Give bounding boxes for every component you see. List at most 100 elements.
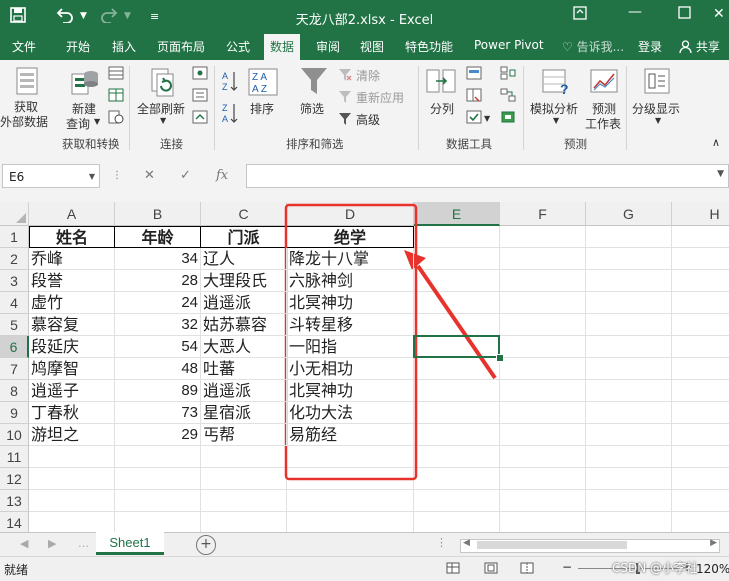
cell-e12[interactable] [414, 468, 500, 490]
cell-h6[interactable] [672, 336, 729, 358]
scroll-left-icon[interactable]: ◀ [463, 538, 470, 548]
data-cell-sect[interactable]: 逍遥派 [201, 380, 287, 402]
cell-d11[interactable] [287, 446, 414, 468]
cell-g5[interactable] [586, 314, 672, 336]
row-header-13[interactable]: 13 [0, 490, 29, 512]
data-cell-sect[interactable]: 大恶人 [201, 336, 287, 358]
cell-g3[interactable] [586, 270, 672, 292]
cell-e9[interactable] [414, 402, 500, 424]
data-cell-name[interactable]: 慕容复 [29, 314, 115, 336]
tab-review[interactable]: 审阅 [316, 38, 340, 55]
header-cell-d[interactable]: 绝学 [287, 226, 414, 248]
data-cell-sect[interactable]: 吐蕃 [201, 358, 287, 380]
cell-a12[interactable] [29, 468, 115, 490]
cell-g11[interactable] [586, 446, 672, 468]
data-cell-sect[interactable]: 逍遥派 [201, 292, 287, 314]
column-header-h[interactable]: H [672, 202, 729, 226]
remove-duplicates-icon[interactable] [466, 88, 482, 105]
cell-c11[interactable] [201, 446, 287, 468]
formula-input[interactable]: ▼ [246, 164, 729, 188]
cell-f5[interactable] [500, 314, 586, 336]
row-header-1[interactable]: 1 [0, 226, 29, 248]
cell-h3[interactable] [672, 270, 729, 292]
data-cell-name[interactable]: 丁春秋 [29, 402, 115, 424]
cell-g14[interactable] [586, 512, 672, 532]
scroll-right-icon[interactable]: ▶ [710, 538, 717, 548]
tab-splitter-icon[interactable]: ⋮ [436, 536, 447, 549]
data-cell-name[interactable]: 鸠摩智 [29, 358, 115, 380]
data-cell-age[interactable]: 28 [115, 270, 201, 292]
cell-h14[interactable] [672, 512, 729, 532]
data-cell-skill[interactable]: 小无相功 [287, 358, 414, 380]
consolidate-icon[interactable] [500, 66, 516, 83]
row-header-4[interactable]: 4 [0, 292, 29, 314]
cell-e2[interactable] [414, 248, 500, 270]
cell-e11[interactable] [414, 446, 500, 468]
header-cell-b[interactable]: 年龄 [115, 226, 201, 248]
page-layout-view-icon[interactable] [484, 562, 498, 577]
cell-g9[interactable] [586, 402, 672, 424]
active-cell-e6[interactable] [413, 335, 500, 358]
data-cell-sect[interactable]: 丐帮 [201, 424, 287, 446]
expand-formula-bar-icon[interactable]: ▼ [717, 169, 724, 179]
cell-h12[interactable] [672, 468, 729, 490]
data-cell-name[interactable]: 乔峰 [29, 248, 115, 270]
cell-h13[interactable] [672, 490, 729, 512]
cell-e7[interactable] [414, 358, 500, 380]
scroll-next-sheet-icon[interactable]: ▶ [48, 537, 56, 550]
cell-f7[interactable] [500, 358, 586, 380]
page-break-view-icon[interactable] [520, 562, 534, 577]
row-header-2[interactable]: 2 [0, 248, 29, 270]
row-header-5[interactable]: 5 [0, 314, 29, 336]
cell-e1[interactable] [414, 226, 500, 248]
cell-h4[interactable] [672, 292, 729, 314]
sort-descending-icon[interactable]: ZA [222, 102, 238, 127]
cell-c12[interactable] [201, 468, 287, 490]
formula-bar-resize-icon[interactable]: ⋮ [112, 170, 122, 181]
data-cell-sect[interactable]: 星宿派 [201, 402, 287, 424]
cell-h8[interactable] [672, 380, 729, 402]
cell-h5[interactable] [672, 314, 729, 336]
row-header-12[interactable]: 12 [0, 468, 29, 490]
edit-links-icon[interactable] [192, 110, 208, 127]
tab-home[interactable]: 开始 [66, 38, 90, 55]
cell-h10[interactable] [672, 424, 729, 446]
data-cell-age[interactable]: 54 [115, 336, 201, 358]
row-header-11[interactable]: 11 [0, 446, 29, 468]
row-header-7[interactable]: 7 [0, 358, 29, 380]
normal-view-icon[interactable] [446, 562, 460, 577]
cell-g13[interactable] [586, 490, 672, 512]
share-button[interactable]: 共享 [679, 38, 720, 55]
cell-b11[interactable] [115, 446, 201, 468]
row-header-14[interactable]: 14 [0, 512, 29, 532]
add-sheet-icon[interactable]: + [196, 535, 216, 555]
cell-g7[interactable] [586, 358, 672, 380]
cell-g12[interactable] [586, 468, 672, 490]
data-cell-age[interactable]: 29 [115, 424, 201, 446]
cell-g8[interactable] [586, 380, 672, 402]
sheet-menu-icon[interactable]: … [78, 537, 89, 550]
cell-d13[interactable] [287, 490, 414, 512]
data-cell-sect[interactable]: 大理段氏 [201, 270, 287, 292]
data-cell-skill[interactable]: 北冥神功 [287, 292, 414, 314]
tab-insert[interactable]: 插入 [112, 38, 136, 55]
cell-d12[interactable] [287, 468, 414, 490]
tell-me-search[interactable]: ♡ 告诉我... [562, 38, 624, 55]
data-cell-age[interactable]: 32 [115, 314, 201, 336]
column-header-g[interactable]: G [586, 202, 672, 226]
data-cell-skill[interactable]: 一阳指 [287, 336, 414, 358]
name-box[interactable]: E6 ▼ [2, 164, 100, 188]
cell-c14[interactable] [201, 512, 287, 532]
ribbon-display-options-icon[interactable] [573, 6, 587, 24]
cell-c13[interactable] [201, 490, 287, 512]
sheet-tab-sheet1[interactable]: Sheet1 [96, 532, 164, 555]
data-cell-skill[interactable]: 化功大法 [287, 402, 414, 424]
horizontal-scrollbar[interactable]: ◀ ▶ [460, 538, 720, 553]
zoom-out-icon[interactable]: − [562, 560, 572, 574]
collapse-ribbon-icon[interactable]: ∧ [712, 136, 720, 149]
column-header-d[interactable]: D [287, 202, 414, 226]
tab-file[interactable]: 文件 [12, 38, 36, 55]
tab-power-pivot[interactable]: Power Pivot [474, 38, 544, 52]
cell-f13[interactable] [500, 490, 586, 512]
cell-f1[interactable] [500, 226, 586, 248]
